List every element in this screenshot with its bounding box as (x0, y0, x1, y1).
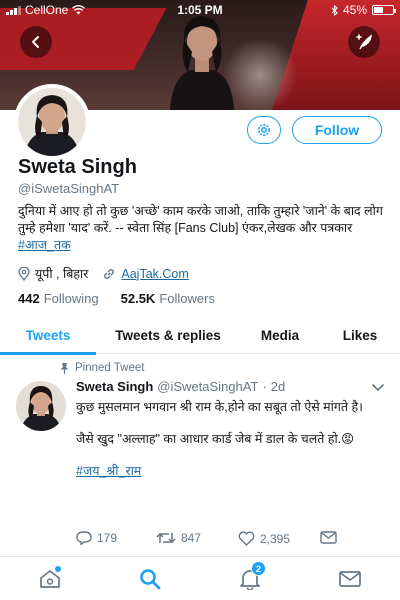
compose-feather-icon (356, 34, 372, 50)
mail-icon (339, 571, 361, 587)
location-pin-icon (18, 266, 30, 281)
tab-tweets-replies[interactable]: Tweets & replies (96, 317, 240, 354)
status-bar: CellOne 1:05 PM 45% (0, 0, 400, 20)
following-link[interactable]: 442 Following (18, 291, 99, 306)
heart-icon (238, 531, 255, 546)
share-icon (320, 531, 337, 544)
like-count: 2,395 (260, 531, 291, 546)
tweet-body: कुछ मुसलमान भगवान श्री राम के,होने का सब… (76, 398, 386, 480)
banner-presenter-figure (170, 16, 234, 110)
tweet-age: 2d (270, 379, 286, 394)
nav-search[interactable] (136, 567, 164, 591)
pinned-tweet-indicator: Pinned Tweet (60, 362, 144, 374)
retweet-button[interactable]: 847 (156, 531, 201, 545)
nav-home[interactable] (36, 566, 64, 591)
followers-link[interactable]: 52.5K Followers (121, 291, 215, 306)
bluetooth-icon (331, 4, 338, 16)
tweet-paragraph-1: कुछ मुसलमान भगवान श्री राम के,होने का सब… (76, 400, 363, 414)
nav-messages[interactable] (336, 567, 364, 591)
follow-button[interactable]: Follow (292, 116, 382, 144)
battery-icon (372, 5, 396, 15)
tab-likes[interactable]: Likes (320, 317, 400, 354)
bio-text: दुनिया में आए हो तो कुछ 'अच्छे' काम करके… (18, 204, 383, 235)
tweet-separator: · (262, 379, 267, 394)
profile-name: Sweta Singh (18, 156, 137, 178)
tweet-author-name[interactable]: Sweta Singh (76, 379, 153, 394)
profile-tabs: Tweets Tweets & replies Media Likes (0, 317, 400, 355)
home-unread-dot (55, 566, 61, 572)
bottom-navigation: 2 (0, 556, 400, 600)
profile-avatar[interactable] (14, 84, 90, 160)
followers-count: 52.5K (120, 291, 156, 306)
profile-location: यूपी , बिहार (18, 265, 88, 282)
reply-count: 179 (97, 531, 118, 545)
notification-badge: 2 (251, 561, 266, 576)
tweet-paragraph-2: जैसे खुद "अल्लाह" का आधार कार्ड जेब में … (76, 432, 355, 446)
back-arrow-icon (32, 36, 39, 48)
profile-bio: दुनिया में आए हो तो कुछ 'अच्छे' काम करके… (18, 203, 384, 254)
pinned-label: Pinned Tweet (75, 362, 145, 374)
battery-percent: 45% (342, 3, 367, 17)
location-text: यूपी , बिहार (35, 267, 89, 281)
following-label: Following (43, 291, 99, 306)
home-icon (40, 570, 60, 588)
tweet-author-avatar[interactable] (16, 381, 66, 431)
link-icon (104, 268, 115, 279)
retweet-icon (156, 532, 176, 544)
like-button[interactable]: 2,395 (238, 531, 290, 546)
back-button[interactable] (20, 26, 52, 58)
compose-tweet-button[interactable] (348, 26, 380, 58)
profile-meta: यूपी , बिहार AajTak.Com (18, 265, 203, 282)
search-icon (140, 569, 161, 590)
following-count: 442 (18, 291, 40, 306)
followers-label: Followers (159, 291, 215, 306)
tab-media[interactable]: Media (240, 317, 320, 354)
profile-counts: 442 Following 52.5K Followers (18, 291, 215, 306)
profile-avatar-image (18, 88, 86, 156)
bio-hashtag-link[interactable]: #आज_तक (18, 238, 71, 252)
profile-website[interactable]: AajTak.Com (102, 267, 189, 281)
profile-settings-button[interactable] (247, 116, 281, 144)
status-right: 45% (331, 3, 396, 17)
gear-icon (258, 124, 270, 136)
reply-button[interactable]: 179 (76, 531, 117, 545)
chevron-down-icon[interactable] (372, 384, 384, 392)
reply-icon (76, 531, 92, 545)
retweet-count: 847 (181, 531, 202, 545)
tweet-hashtag-link[interactable]: #जय_श्री_राम (76, 464, 141, 478)
pin-icon (60, 362, 69, 374)
nav-notifications[interactable]: 2 (236, 561, 266, 591)
profile-handle: @iSwetaSinghAT (18, 181, 120, 196)
tweet-actions: 179 847 2,395 (76, 531, 376, 547)
tab-tweets[interactable]: Tweets (0, 317, 96, 355)
tweet-avatar-image (16, 381, 66, 431)
share-button[interactable] (320, 531, 337, 544)
tweet-author-handle: @iSwetaSinghAT (157, 379, 259, 394)
tweet-header: Sweta Singh @iSwetaSinghAT · 2d (76, 379, 386, 394)
website-link[interactable]: AajTak.Com (121, 267, 188, 281)
